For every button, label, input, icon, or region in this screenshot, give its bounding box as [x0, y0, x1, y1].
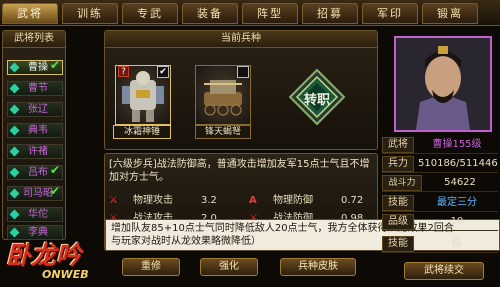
general-name-row: 武将 曹操155级 — [382, 137, 498, 154]
general-name-value: 曹操155级 — [432, 139, 482, 150]
general-list-item[interactable]: 张辽 — [7, 102, 63, 117]
combat-power-row: 战斗力 54622 — [382, 175, 498, 192]
general-list-panel: 武将列表 曹操 ✔ 曹节 张辽 典韦 许褚 吕布 ✔ 司马昭 ✔ 华佗 李典 — [2, 30, 66, 240]
empty-checkbox[interactable] — [237, 66, 249, 78]
skill-value[interactable]: 最定三分 — [418, 195, 496, 211]
gem-icon — [9, 125, 20, 136]
current-unit-title: 当前兵种 — [105, 31, 377, 48]
selected-check-icon[interactable]: ✔ — [157, 66, 169, 78]
stat-key: 兵力 — [382, 156, 414, 172]
stat-key: 技能 — [382, 236, 414, 252]
shield-icon: A — [249, 195, 257, 206]
general-list-title: 武将列表 — [3, 31, 65, 48]
unit-description: [六级步兵]战法防御高，普通攻击增加友军15点士气且不增加对方士气。 — [109, 159, 370, 183]
general-portrait — [394, 36, 492, 132]
troops-row: 兵力 510186/511446 — [382, 156, 498, 173]
general-list-item[interactable]: 吕布 ✔ — [7, 163, 63, 180]
unit-card-frost-hammer[interactable]: ? ✔ — [115, 65, 171, 125]
tab-forge[interactable]: 锻离 — [422, 3, 478, 24]
tab-equipment[interactable]: 装备 — [182, 3, 238, 24]
change-class-label: 转职 — [303, 93, 330, 108]
gem-icon — [9, 188, 20, 199]
tech-row: 技能 级 — [382, 236, 498, 253]
check-icon: ✔ — [49, 184, 60, 198]
stat-key: 武将 — [382, 137, 414, 153]
skill-row: 技能 最定三分 — [382, 195, 498, 212]
stat-row: ⚔ 物理攻击 3.2 A 物理防御 0.72 — [105, 194, 375, 208]
stat-value: 0.72 — [341, 195, 364, 206]
troops-value: 510186/511446 — [418, 158, 498, 169]
game-logo: 卧龙吟 ONWEB — [2, 236, 102, 286]
strengthen-button[interactable]: 强化 — [200, 258, 258, 276]
general-name: 曹节 — [28, 83, 48, 94]
unit-name-label: 冰霜神锤 — [113, 125, 171, 139]
change-class-button[interactable]: 转职 — [288, 68, 346, 126]
sword-icon: ⚔ — [109, 195, 118, 206]
logo-title: 卧龙吟 — [6, 241, 82, 270]
general-name: 典韦 — [28, 125, 48, 136]
check-icon: ✔ — [49, 58, 60, 72]
general-list-item[interactable]: 许褚 — [7, 144, 63, 159]
stat-label: 物理攻击 — [133, 195, 173, 206]
stat-key: 品级 — [382, 214, 414, 230]
unit-skin-button[interactable]: 兵种皮肤 — [280, 258, 356, 276]
stat-key: 技能 — [382, 195, 414, 211]
current-unit-panel: 当前兵种 ? ✔ 冰霜神锤 锋天蝎弩 转职 — [104, 30, 378, 150]
general-list-item[interactable]: 华佗 — [7, 207, 63, 222]
tab-formation[interactable]: 阵型 — [242, 3, 298, 24]
general-continue-button[interactable]: 武将续交 — [404, 262, 484, 280]
general-list-item[interactable]: 典韦 — [7, 123, 63, 138]
unit-name-label: 锋天蝎弩 — [195, 125, 251, 139]
gem-icon — [9, 83, 20, 94]
general-list-item[interactable]: 曹节 — [7, 81, 63, 96]
top-tab-bar: 武将 训练 专武 装备 阵型 招募 军印 锻离 — [0, 0, 500, 26]
general-avatar-icon — [396, 38, 490, 130]
tab-recruit[interactable]: 招募 — [302, 3, 358, 24]
general-name: 张辽 — [28, 104, 48, 115]
gem-icon — [9, 62, 20, 73]
stat-value: 3.2 — [201, 195, 217, 206]
general-list-item[interactable]: 曹操 ✔ — [7, 58, 63, 75]
reset-button[interactable]: 重修 — [122, 258, 180, 276]
unknown-badge: ? — [118, 66, 129, 77]
rank-row: 品级 10 — [382, 214, 498, 231]
general-name: 华佗 — [28, 209, 48, 220]
general-name: 许褚 — [28, 146, 48, 157]
gem-icon — [9, 146, 20, 157]
tab-training[interactable]: 训练 — [62, 3, 118, 24]
unit-card-sky-scorpion[interactable] — [195, 65, 251, 125]
tab-exclusive-weapon[interactable]: 专武 — [122, 3, 178, 24]
gem-icon — [9, 209, 20, 220]
gem-icon — [9, 104, 20, 115]
general-list-item[interactable]: 司马昭 ✔ — [7, 184, 63, 201]
stat-key: 战斗力 — [382, 175, 422, 191]
combat-power-value: 54622 — [444, 177, 476, 188]
tech-value: 级 — [452, 238, 462, 249]
check-icon: ✔ — [49, 163, 60, 177]
rank-value: 10 — [450, 216, 464, 227]
gem-icon — [9, 167, 20, 178]
stat-label: 物理防御 — [273, 195, 313, 206]
logo-subtitle: ONWEB — [42, 268, 89, 281]
tab-general[interactable]: 武将 — [2, 3, 58, 24]
tab-army-seal[interactable]: 军印 — [362, 3, 418, 24]
